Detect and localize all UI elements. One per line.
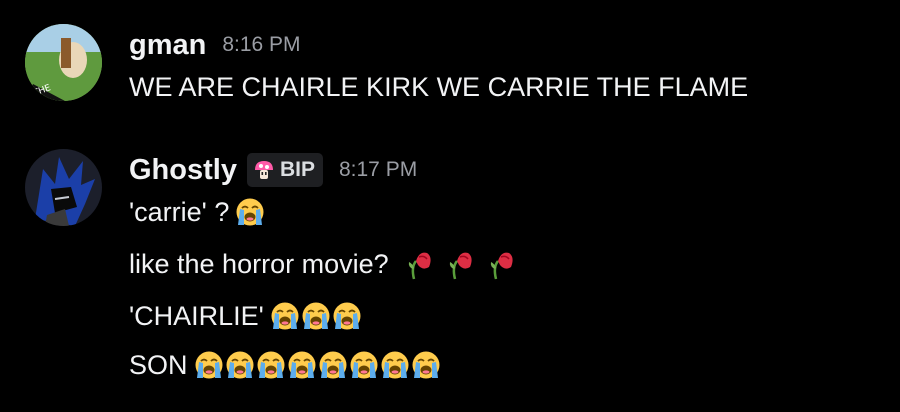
avatar-image-gman: THE: [25, 24, 102, 101]
loudly-crying-face-icon: [288, 351, 316, 379]
message-text: WE ARE CHAIRLE KIRK WE CARRIE THE FLAME: [129, 71, 749, 102]
loudly-crying-face-icon: [333, 302, 361, 330]
timestamp[interactable]: 8:16 PM: [222, 33, 300, 57]
username[interactable]: Ghostly: [129, 154, 237, 187]
message-text: 'CHAIRLIE': [129, 300, 264, 331]
loudly-crying-face-icon: [381, 351, 409, 379]
emoji-group: [194, 350, 442, 380]
emoji-group: [405, 247, 528, 281]
message-text: 'carrie' ?: [129, 196, 230, 227]
loudly-crying-face-icon: [271, 302, 299, 330]
timestamp[interactable]: 8:17 PM: [339, 158, 417, 182]
message-line: 'CHAIRLIE': [129, 296, 363, 336]
message-line: like the horror movie?: [129, 244, 528, 284]
message-text: like the horror movie?: [129, 248, 389, 279]
loudly-crying-face-icon: [350, 351, 378, 379]
avatar-image-ghostly: [25, 149, 102, 226]
emoji-group: [270, 301, 363, 331]
message-line: SON: [129, 345, 442, 385]
message-header: gman 8:16 PM: [129, 25, 301, 65]
message-header: Ghostly BIP 8:17 PM: [129, 150, 417, 190]
username[interactable]: gman: [129, 29, 206, 62]
loudly-crying-face-icon: [319, 351, 347, 379]
message-line: 'carrie' ?: [129, 192, 266, 232]
server-tag[interactable]: BIP: [246, 153, 323, 187]
message-text: SON: [129, 349, 188, 380]
wilted-flower-icon: [490, 252, 513, 280]
emoji-group: [235, 197, 266, 227]
avatar[interactable]: THE: [25, 24, 102, 101]
loudly-crying-face-icon: [226, 351, 254, 379]
wilted-flower-icon: [408, 252, 431, 280]
wilted-flower-icon: [449, 252, 472, 280]
tag-label: BIP: [279, 158, 315, 181]
loudly-crying-face-icon: [236, 198, 264, 226]
loudly-crying-face-icon: [302, 302, 330, 330]
loudly-crying-face-icon: [412, 351, 440, 379]
avatar[interactable]: [25, 149, 102, 226]
mushroom-icon: [254, 161, 273, 179]
message-content: WE ARE CHAIRLE KIRK WE CARRIE THE FLAME: [129, 67, 748, 107]
loudly-crying-face-icon: [195, 351, 223, 379]
loudly-crying-face-icon: [257, 351, 285, 379]
